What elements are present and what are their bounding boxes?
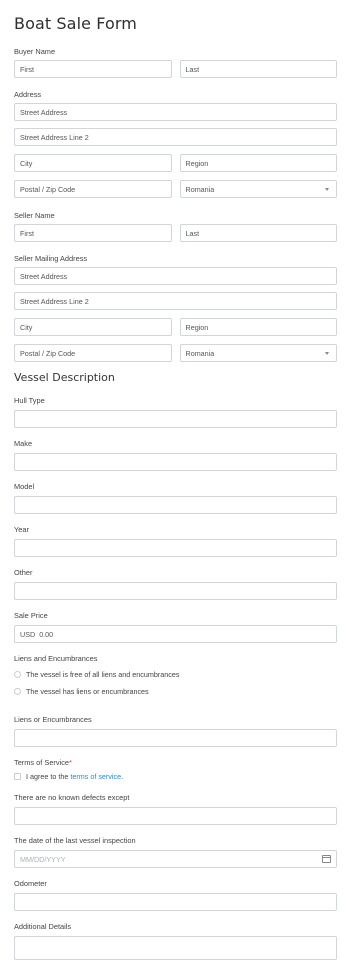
buyer-first-name-input[interactable]: First: [14, 60, 172, 78]
date-placeholder: MM/DD/YYYY: [20, 854, 66, 864]
buyer-last-placeholder: Last: [185, 64, 200, 74]
radio-button[interactable]: [14, 688, 21, 695]
seller-country-select[interactable]: Romania: [179, 344, 337, 362]
city-input[interactable]: City: [14, 154, 172, 172]
seller-street-input[interactable]: Street Address: [14, 267, 337, 285]
terms-label: Terms of Service*: [14, 758, 337, 768]
inspection-date-label: The date of the last vessel inspection: [14, 836, 136, 845]
country-select[interactable]: Romania: [179, 180, 337, 198]
terms-checkbox-row[interactable]: I agree to the terms of service .: [14, 771, 337, 782]
seller-first-placeholder: First: [20, 228, 34, 238]
seller-postal-placeholder: Postal / Zip Code: [20, 348, 76, 358]
seller-region-input[interactable]: Region: [179, 318, 337, 336]
city-placeholder: City: [20, 158, 33, 168]
hull-type-input[interactable]: [14, 410, 337, 428]
liens-option-has[interactable]: The vessel has liens or encumbrances: [14, 686, 337, 697]
seller-city-placeholder: City: [20, 322, 33, 332]
year-input[interactable]: [14, 539, 337, 557]
address-label: Address: [14, 90, 42, 99]
inspection-date-input[interactable]: MM/DD/YYYY: [14, 850, 337, 868]
terms-suffix: .: [121, 772, 124, 781]
seller-first-name-input[interactable]: First: [14, 224, 172, 242]
seller-country-value: Romania: [185, 348, 215, 358]
model-label: Model: [14, 482, 35, 491]
terms-label-text: Terms of Service: [14, 758, 70, 767]
model-input[interactable]: [14, 496, 337, 514]
sale-price-input[interactable]: USD 0.00: [14, 625, 337, 643]
seller-street-placeholder: Street Address: [20, 271, 68, 281]
vessel-description-heading: Vessel Description: [14, 371, 115, 384]
liens-detail-input[interactable]: [14, 729, 337, 747]
seller-postal-input[interactable]: Postal / Zip Code: [14, 344, 172, 362]
liens-detail-label: Liens or Encumbrances: [14, 715, 92, 724]
seller-city-input[interactable]: City: [14, 318, 172, 336]
terms-checkbox[interactable]: [14, 773, 21, 780]
region-input[interactable]: Region: [179, 154, 337, 172]
defects-input[interactable]: [14, 807, 337, 825]
liens-option-free-label: The vessel is free of all liens and encu…: [26, 670, 180, 679]
currency-label: USD: [20, 629, 36, 639]
seller-name-label: Seller Name: [14, 211, 55, 220]
street-address-input[interactable]: Street Address: [14, 103, 337, 121]
region-placeholder: Region: [185, 158, 209, 168]
odometer-input[interactable]: [14, 893, 337, 911]
seller-address-label: Seller Mailing Address: [14, 254, 88, 263]
form-title: Boat Sale Form: [14, 14, 137, 33]
make-input[interactable]: [14, 453, 337, 471]
additional-details-label: Additional Details: [14, 922, 72, 931]
other-label: Other: [14, 568, 33, 577]
chevron-down-icon: [325, 352, 329, 355]
seller-region-placeholder: Region: [185, 322, 209, 332]
required-mark: *: [69, 758, 72, 767]
year-label: Year: [14, 525, 29, 534]
seller-last-placeholder: Last: [185, 228, 200, 238]
additional-details-input[interactable]: [14, 936, 337, 960]
buyer-first-placeholder: First: [20, 64, 34, 74]
street-address-line2-input[interactable]: Street Address Line 2: [14, 128, 337, 146]
sale-price-value: 0.00: [39, 629, 54, 639]
hull-type-label: Hull Type: [14, 396, 45, 405]
odometer-label: Odometer: [14, 879, 47, 888]
terms-of-service-link[interactable]: terms of service: [70, 772, 121, 781]
street-placeholder: Street Address: [20, 107, 68, 117]
seller-street2-placeholder: Street Address Line 2: [20, 296, 89, 306]
boat-sale-form: Boat Sale Form Buyer Name First Last Add…: [0, 0, 350, 960]
country-value: Romania: [185, 184, 215, 194]
sale-price-label: Sale Price: [14, 611, 48, 620]
liens-option-has-label: The vessel has liens or encumbrances: [26, 687, 149, 696]
make-label: Make: [14, 439, 33, 448]
liens-option-free[interactable]: The vessel is free of all liens and encu…: [14, 669, 337, 680]
seller-last-name-input[interactable]: Last: [179, 224, 337, 242]
terms-agree-text: I agree to the: [26, 772, 69, 781]
liens-label: Liens and Encumbrances: [14, 654, 98, 663]
seller-street-line2-input[interactable]: Street Address Line 2: [14, 292, 337, 310]
other-input[interactable]: [14, 582, 337, 600]
calendar-icon[interactable]: [322, 855, 331, 863]
radio-button[interactable]: [14, 671, 21, 678]
postal-code-input[interactable]: Postal / Zip Code: [14, 180, 172, 198]
buyer-name-label: Buyer Name: [14, 47, 56, 56]
buyer-last-name-input[interactable]: Last: [179, 60, 337, 78]
street2-placeholder: Street Address Line 2: [20, 132, 89, 142]
chevron-down-icon: [325, 188, 329, 191]
postal-placeholder: Postal / Zip Code: [20, 184, 76, 194]
defects-label: There are no known defects except: [14, 793, 130, 802]
